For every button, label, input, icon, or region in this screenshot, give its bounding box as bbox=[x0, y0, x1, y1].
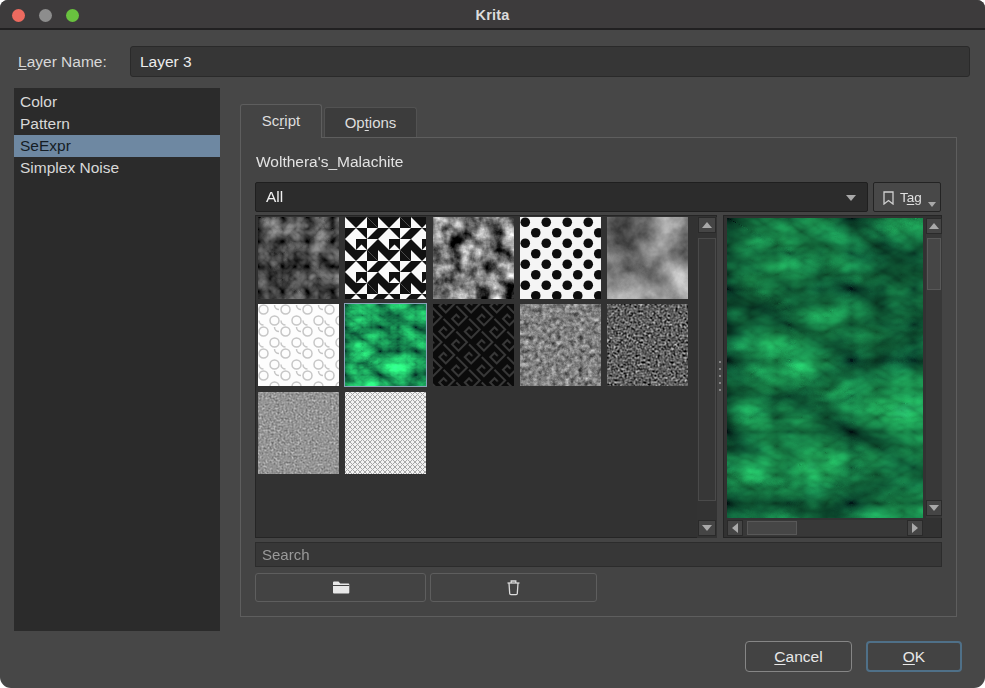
resource-name-label: Wolthera's_Malachite bbox=[256, 153, 403, 171]
pattern-preview-image bbox=[727, 218, 923, 518]
window-title: Krita bbox=[0, 7, 985, 23]
chevron-down-icon bbox=[846, 195, 856, 201]
pattern-preview-panel bbox=[723, 215, 942, 538]
delete-resource-button[interactable] bbox=[430, 573, 597, 602]
tab-script[interactable]: Script bbox=[240, 104, 322, 138]
tag-filter-combobox[interactable]: All bbox=[255, 182, 868, 212]
script-tab-pane: Wolthera's_Malachite All Tag bbox=[240, 137, 957, 617]
pattern-thumb-diagonal-hatch[interactable] bbox=[345, 392, 426, 474]
generator-item-simplex-noise[interactable]: Simplex Noise bbox=[14, 157, 220, 179]
pattern-grid-scrollbar[interactable] bbox=[697, 217, 717, 538]
generator-item-pattern[interactable]: Pattern bbox=[14, 113, 220, 135]
titlebar: Krita bbox=[0, 0, 985, 30]
scroll-right-button[interactable] bbox=[907, 520, 923, 536]
search-input[interactable] bbox=[255, 542, 942, 567]
scroll-up-button[interactable] bbox=[926, 218, 942, 234]
scroll-down-button[interactable] bbox=[698, 520, 716, 536]
layer-name-label: Layer Name: bbox=[18, 53, 107, 71]
pattern-thumb-gray-splatter[interactable] bbox=[433, 217, 514, 299]
scrollbar-thumb[interactable] bbox=[927, 238, 941, 290]
krita-dialog-window: Krita Layer Name: ColorPatternSeExprSimp… bbox=[0, 0, 985, 688]
folder-icon bbox=[332, 580, 350, 595]
scrollbar-thumb[interactable] bbox=[747, 521, 797, 535]
preview-horizontal-scrollbar[interactable] bbox=[727, 520, 923, 536]
generator-item-seexpr[interactable]: SeExpr bbox=[14, 135, 220, 157]
pattern-thumb-truchet-circles[interactable] bbox=[258, 304, 339, 386]
scroll-up-button[interactable] bbox=[698, 217, 716, 233]
pattern-thumb-black-maze[interactable] bbox=[433, 304, 514, 386]
tag-button[interactable]: Tag bbox=[873, 182, 941, 212]
pattern-thumb-malachite-green[interactable] bbox=[345, 304, 426, 386]
bookmark-icon bbox=[883, 191, 894, 205]
pattern-thumb-canvas-weave[interactable] bbox=[258, 392, 339, 474]
tab-options[interactable]: Options bbox=[324, 107, 417, 137]
scroll-down-button[interactable] bbox=[926, 500, 942, 516]
cancel-button[interactable]: Cancel bbox=[745, 641, 852, 672]
generator-item-color[interactable]: Color bbox=[14, 91, 220, 113]
ok-button[interactable]: OK bbox=[866, 641, 962, 672]
pattern-grid bbox=[255, 215, 717, 538]
pattern-thumb-dark-speckle[interactable] bbox=[607, 304, 688, 386]
pattern-thumb-triangle-quilt[interactable] bbox=[345, 217, 426, 299]
pattern-thumb-halftone-dots[interactable] bbox=[520, 217, 601, 299]
pattern-thumb-smoke-clouds[interactable] bbox=[607, 217, 688, 299]
chevron-down-icon bbox=[928, 202, 936, 207]
scrollbar-thumb[interactable] bbox=[698, 238, 716, 501]
preview-vertical-scrollbar[interactable] bbox=[926, 218, 942, 518]
layer-name-input[interactable] bbox=[130, 46, 970, 77]
scroll-left-button[interactable] bbox=[727, 520, 743, 536]
pattern-thumb-rough-concrete[interactable] bbox=[520, 304, 601, 386]
trash-icon bbox=[506, 579, 521, 596]
generator-list: ColorPatternSeExprSimplex Noise bbox=[14, 88, 220, 631]
import-resource-button[interactable] bbox=[255, 573, 426, 602]
pattern-thumb-dark-marble[interactable] bbox=[258, 217, 339, 299]
